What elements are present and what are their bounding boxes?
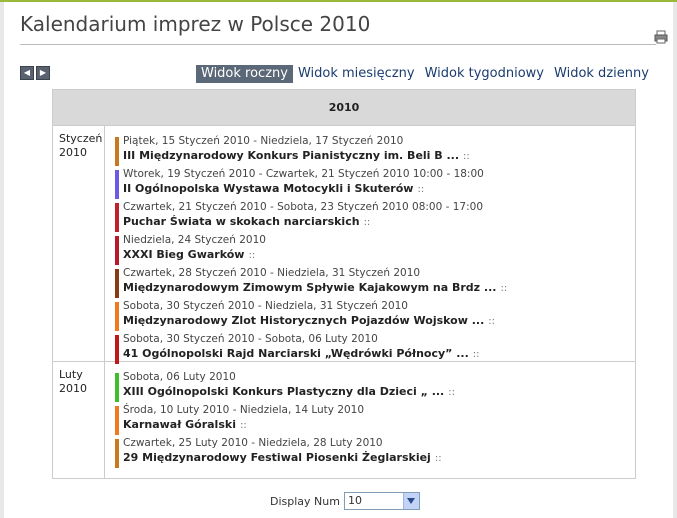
event-title-link[interactable]: III Międzynarodowy Konkurs Pianistyczny … xyxy=(123,148,631,164)
event-item: Wtorek, 19 Styczeń 2010 - Czwartek, 21 S… xyxy=(115,168,631,199)
event-date: Wtorek, 19 Styczeń 2010 - Czwartek, 21 S… xyxy=(123,168,484,180)
event-separator: :: xyxy=(472,349,480,360)
event-list: Sobota, 06 Luty 2010 XIII Ogólnopolski Ko… xyxy=(115,369,631,468)
event-category-color-bar xyxy=(115,335,119,364)
event-item: Sobota, 30 Styczeń 2010 - Sobota, 06 Lut… xyxy=(115,333,631,364)
month-name: Luty xyxy=(59,368,83,381)
printer-icon[interactable] xyxy=(654,30,668,44)
content-panel: Kalendarium imprez w Polsce 2010 ◀ ▶ Wid… xyxy=(4,2,673,518)
event-item: Środa, 10 Luty 2010 - Niedziela, 14 Luty… xyxy=(115,404,631,435)
event-title-link[interactable]: Międzynarodowy Zlot Historycznych Pojazd… xyxy=(123,313,631,329)
month-february: Luty 2010 Sobota, 06 Luty 2010 XIII Ogóln… xyxy=(53,362,635,478)
event-category-color-bar xyxy=(115,170,119,199)
event-title: II Ogólnopolska Wystawa Motocykli i Skut… xyxy=(123,182,414,195)
year-header: 2010 xyxy=(53,90,635,126)
event-title: Międzynarodowy Zlot Historycznych Pojazd… xyxy=(123,314,485,327)
event-separator: :: xyxy=(434,453,442,464)
event-title: Międzynarodowym Zimowym Spływie Kajakowy… xyxy=(123,281,497,294)
event-item: Piątek, 15 Styczeń 2010 - Niedziela, 17 … xyxy=(115,135,631,166)
event-separator: :: xyxy=(248,250,256,261)
tab-week-view[interactable]: Widok tygodniowy xyxy=(420,65,549,83)
display-num-select[interactable]: 10 xyxy=(343,492,420,510)
event-item: Niedziela, 24 Styczeń 2010 XXXI Bieg Gwar… xyxy=(115,234,631,265)
event-date: Sobota, 30 Styczeń 2010 - Niedziela, 31 … xyxy=(123,300,408,312)
event-item: Sobota, 06 Luty 2010 XIII Ogólnopolski Ko… xyxy=(115,371,631,402)
event-separator: :: xyxy=(488,316,495,327)
event-title: XXXI Bieg Gwarków xyxy=(123,248,245,261)
event-separator: :: xyxy=(239,420,247,431)
event-category-color-bar xyxy=(115,137,119,166)
month-year: 2010 xyxy=(59,146,87,159)
event-category-color-bar xyxy=(115,236,119,265)
event-item: Czwartek, 21 Styczeń 2010 - Sobota, 23 S… xyxy=(115,201,631,232)
event-date: Środa, 10 Luty 2010 - Niedziela, 14 Luty… xyxy=(123,404,365,416)
month-year: 2010 xyxy=(59,382,87,395)
event-title-link[interactable]: Karnawał Góralski:: xyxy=(123,417,631,433)
event-title-link[interactable]: 29 Międzynarodowy Festiwal Piosenki Żegl… xyxy=(123,450,631,466)
event-category-color-bar xyxy=(115,373,119,402)
event-category-color-bar xyxy=(115,203,119,232)
month-name: Styczeń xyxy=(59,132,103,145)
event-title-link[interactable]: XXXI Bieg Gwarków:: xyxy=(123,247,631,263)
event-date: Sobota, 06 Luty 2010 xyxy=(123,371,236,383)
view-tabs: Widok roczny Widok miesięczny Widok tygo… xyxy=(196,65,654,83)
event-date: Piątek, 15 Styczeń 2010 - Niedziela, 17 … xyxy=(123,135,404,147)
event-title-link[interactable]: Puchar Świata w skokach narciarskich:: xyxy=(123,214,631,230)
tab-month-view[interactable]: Widok miesięczny xyxy=(293,65,420,83)
page-title: Kalendarium imprez w Polsce 2010 xyxy=(20,12,371,36)
event-separator: :: xyxy=(448,387,455,398)
event-separator: :: xyxy=(363,217,371,228)
month-january: Styczeń 2010 Piątek, 15 Styczeń 2010 - N… xyxy=(53,126,635,364)
event-item: Czwartek, 25 Luty 2010 - Niedziela, 28 L… xyxy=(115,437,631,468)
event-item: Czwartek, 28 Styczeń 2010 - Niedziela, 3… xyxy=(115,267,631,298)
event-date: Czwartek, 28 Styczeń 2010 - Niedziela, 3… xyxy=(123,267,421,279)
prev-year-button[interactable]: ◀ xyxy=(20,66,34,80)
event-date: Czwartek, 21 Styczeń 2010 - Sobota, 23 S… xyxy=(123,201,484,213)
title-divider xyxy=(20,44,656,45)
event-title: Karnawał Góralski xyxy=(123,418,236,431)
event-list: Piątek, 15 Styczeń 2010 - Niedziela, 17 … xyxy=(115,133,631,364)
tab-year-view[interactable]: Widok roczny xyxy=(196,65,293,83)
event-date: Czwartek, 25 Luty 2010 - Niedziela, 28 L… xyxy=(123,437,383,449)
display-num-label: Display Num xyxy=(270,494,340,508)
event-title-link[interactable]: 41 Ogólnopolski Rajd Narciarski „Wędrówk… xyxy=(123,346,631,362)
event-separator: :: xyxy=(417,184,425,195)
event-title-link[interactable]: II Ogólnopolska Wystawa Motocykli i Skut… xyxy=(123,181,631,197)
event-title: 29 Międzynarodowy Festiwal Piosenki Żegl… xyxy=(123,451,431,464)
arrow-right-icon: ▶ xyxy=(39,68,47,77)
display-num-control: Display Num 10 xyxy=(270,492,420,510)
event-item: Sobota, 30 Styczeń 2010 - Niedziela, 31 … xyxy=(115,300,631,331)
event-title-link[interactable]: Międzynarodowym Zimowym Spływie Kajakowy… xyxy=(123,280,631,296)
event-title: Puchar Świata w skokach narciarskich xyxy=(123,215,360,228)
event-separator: :: xyxy=(463,151,470,162)
arrow-left-icon: ◀ xyxy=(23,68,31,77)
event-title: XIII Ogólnopolski Konkurs Plastyczny dla… xyxy=(123,385,445,398)
chevron-down-icon[interactable] xyxy=(402,493,419,509)
next-year-button[interactable]: ▶ xyxy=(36,66,50,80)
event-date: Sobota, 30 Styczeń 2010 - Sobota, 06 Lut… xyxy=(123,333,378,345)
event-title: 41 Ogólnopolski Rajd Narciarski „Wędrówk… xyxy=(123,347,469,360)
month-label: Luty 2010 xyxy=(53,362,105,478)
event-title-link[interactable]: XIII Ogólnopolski Konkurs Plastyczny dla… xyxy=(123,384,631,400)
month-label: Styczeń 2010 xyxy=(53,126,105,361)
event-separator: :: xyxy=(500,283,508,294)
year-calendar: 2010 Styczeń 2010 Piątek, 15 Styczeń 201… xyxy=(52,89,636,479)
event-title: III Międzynarodowy Konkurs Pianistyczny … xyxy=(123,149,460,162)
event-date: Niedziela, 24 Styczeń 2010 xyxy=(123,234,266,246)
event-category-color-bar xyxy=(115,269,119,298)
event-category-color-bar xyxy=(115,439,119,468)
tab-day-view[interactable]: Widok dzienny xyxy=(549,65,654,83)
event-category-color-bar xyxy=(115,406,119,435)
event-category-color-bar xyxy=(115,302,119,331)
display-num-value: 10 xyxy=(347,494,362,507)
